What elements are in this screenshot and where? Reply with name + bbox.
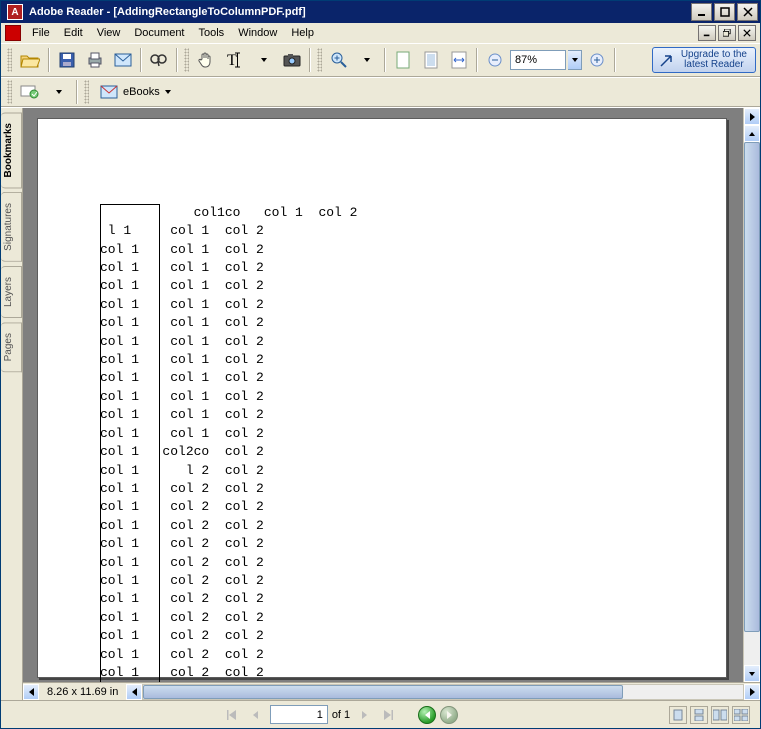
scroll-down-button[interactable] — [744, 665, 760, 682]
menu-tools[interactable]: Tools — [192, 25, 232, 41]
tab-bookmarks[interactable]: Bookmarks — [1, 112, 22, 188]
scroll-right-arrow-icon[interactable] — [744, 108, 760, 125]
h-scroll-thumb[interactable] — [143, 685, 623, 699]
zoom-out-button[interactable] — [482, 47, 508, 73]
upgrade-arrow-icon — [659, 52, 675, 68]
menu-document[interactable]: Document — [127, 25, 191, 41]
grip[interactable] — [7, 80, 12, 104]
toolbar-secondary: eBooks — [1, 77, 760, 107]
vertical-scrollbar[interactable] — [743, 108, 760, 682]
minimize-button[interactable] — [691, 3, 712, 21]
menu-view[interactable]: View — [90, 25, 128, 41]
ebooks-icon — [100, 85, 118, 99]
menu-window[interactable]: Window — [231, 25, 284, 41]
grip[interactable] — [184, 48, 189, 72]
review-dropdown[interactable] — [46, 79, 72, 105]
zoom-value: 87% — [515, 54, 537, 66]
mdi-restore-button[interactable] — [718, 25, 736, 41]
page-dimensions: 8.26 x 11.69 in — [39, 686, 126, 698]
h-scroll-left[interactable] — [126, 684, 142, 700]
actual-size-button[interactable] — [390, 47, 416, 73]
menu-help[interactable]: Help — [284, 25, 321, 41]
pdf-page: col1co col 1 col 2 l 1 col 1 col 2 col 1… — [37, 118, 727, 678]
forward-button[interactable] — [440, 706, 458, 724]
menu-edit[interactable]: Edit — [57, 25, 90, 41]
continuous-view-button[interactable] — [690, 706, 708, 724]
page-number-input[interactable]: 1 — [270, 705, 328, 724]
mdi-minimize-button[interactable] — [698, 25, 716, 41]
grip[interactable] — [84, 80, 89, 104]
zoom-input[interactable]: 87% — [510, 50, 566, 70]
pdf-icon — [5, 25, 21, 41]
tab-pages[interactable]: Pages — [1, 322, 22, 372]
h-scroll-right[interactable] — [744, 684, 760, 700]
upgrade-label: Upgrade to the latest Reader — [681, 50, 747, 70]
text-select-dropdown[interactable] — [251, 47, 277, 73]
single-page-view-button[interactable] — [669, 706, 687, 724]
facing-view-button[interactable] — [711, 706, 729, 724]
toolbar-main: T 87% Upgrade to the latest Reader — [1, 43, 760, 77]
menu-file[interactable]: File — [25, 25, 57, 41]
print-button[interactable] — [82, 47, 108, 73]
chevron-down-icon — [165, 90, 171, 94]
text-select-tool-button[interactable]: T — [221, 47, 249, 73]
scroll-up-button[interactable] — [744, 125, 760, 142]
search-button[interactable] — [146, 47, 172, 73]
snapshot-tool-button[interactable] — [279, 47, 305, 73]
grip[interactable] — [7, 48, 12, 72]
h-scroll-track[interactable] — [142, 684, 744, 700]
app-icon: A — [7, 4, 23, 20]
status-bar: 1 of 1 — [1, 700, 760, 728]
mdi-close-button[interactable] — [738, 25, 756, 41]
prev-page-button[interactable] — [246, 705, 266, 725]
save-button[interactable] — [54, 47, 80, 73]
zoom-in-button[interactable] — [326, 47, 352, 73]
tab-layers[interactable]: Layers — [1, 266, 22, 318]
view-mode-group — [669, 706, 750, 724]
page-total: of 1 — [332, 709, 350, 721]
scroll-thumb[interactable] — [744, 142, 760, 632]
side-panel-tabs: Bookmarks Signatures Layers Pages — [1, 108, 23, 700]
fit-page-button[interactable] — [418, 47, 444, 73]
zoom-in-small-button[interactable] — [584, 47, 610, 73]
horizontal-status-bar: 8.26 x 11.69 in — [23, 682, 760, 700]
zoom-preset-dropdown[interactable] — [568, 50, 582, 70]
menu-bar: File Edit View Document Tools Window Hel… — [1, 23, 760, 43]
next-page-button[interactable] — [354, 705, 374, 725]
first-page-button[interactable] — [222, 705, 242, 725]
continuous-facing-view-button[interactable] — [732, 706, 750, 724]
back-button[interactable] — [418, 706, 436, 724]
zoom-dropdown[interactable] — [354, 47, 380, 73]
title-bar: A Adobe Reader - [AddingRectangleToColum… — [1, 1, 760, 23]
window-title: Adobe Reader - [AddingRectangleToColumnP… — [27, 6, 691, 18]
review-button[interactable] — [16, 79, 44, 105]
email-button[interactable] — [110, 47, 136, 73]
upgrade-button[interactable]: Upgrade to the latest Reader — [652, 47, 756, 73]
last-page-button[interactable] — [378, 705, 398, 725]
grip[interactable] — [317, 48, 322, 72]
hand-tool-button[interactable] — [193, 47, 219, 73]
open-button[interactable] — [16, 47, 44, 73]
fit-width-button[interactable] — [446, 47, 472, 73]
document-viewport[interactable]: col1co col 1 col 2 l 1 col 1 col 2 col 1… — [23, 108, 743, 682]
tab-signatures[interactable]: Signatures — [1, 192, 22, 262]
svg-text:T: T — [227, 52, 237, 69]
pdf-rectangle — [100, 204, 160, 682]
close-button[interactable] — [737, 3, 758, 21]
maximize-button[interactable] — [714, 3, 735, 21]
ebooks-label: eBooks — [123, 86, 160, 98]
h-scroll-left-end[interactable] — [23, 684, 39, 700]
ebooks-button[interactable]: eBooks — [93, 81, 178, 103]
